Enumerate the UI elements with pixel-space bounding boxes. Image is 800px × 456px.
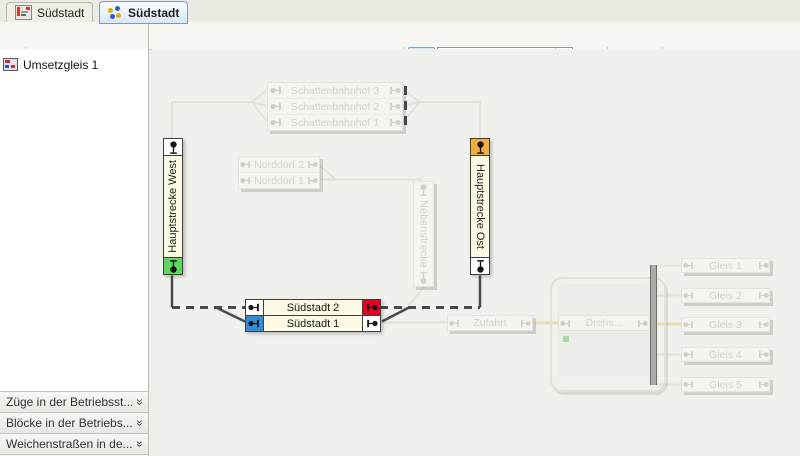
block-label: Hauptstrecke West bbox=[167, 160, 179, 253]
block-group-schattenbahnhof: Schattenbahnhof 3 Schattenbahnhof 2 Scha… bbox=[267, 82, 403, 131]
block-end-icon bbox=[756, 348, 769, 361]
tab-suedstadt-switchboard[interactable]: Südstadt bbox=[6, 2, 93, 22]
block-end-icon bbox=[386, 99, 402, 114]
block-end-icon bbox=[559, 316, 573, 330]
block-end-icon bbox=[756, 259, 769, 272]
sidebar-item-label: Umsetzgleis 1 bbox=[23, 58, 98, 72]
chevron-expand-icon: » bbox=[133, 394, 147, 410]
block-end-icon bbox=[682, 289, 695, 302]
block-label: Nebenstrecke bbox=[418, 200, 430, 268]
block-suedstadt-1[interactable]: Südstadt 1 bbox=[246, 315, 380, 331]
block-end-icon bbox=[682, 318, 695, 331]
block-hauptstrecke-west[interactable]: Hauptstrecke West bbox=[163, 138, 183, 275]
block-gleis-4[interactable]: Gleis 4 bbox=[681, 347, 770, 362]
turntable-indicator bbox=[563, 336, 569, 342]
block-end-icon bbox=[518, 316, 532, 330]
block-end-icon-reserved bbox=[246, 316, 264, 331]
block-gleis-1[interactable]: Gleis 1 bbox=[681, 258, 770, 273]
block-end-icon bbox=[756, 318, 769, 331]
block-schattenbahnhof-1[interactable]: Schattenbahnhof 1 bbox=[268, 114, 402, 130]
signal-icon bbox=[414, 270, 433, 286]
block-label: Südstadt 2 bbox=[264, 300, 362, 315]
block-end-icon-occupied bbox=[362, 300, 380, 315]
toolbar: Betriebs... ⇦ ⇨ ⇦ ⇨ ⇦ ⇨ ⇦ ⇨ bbox=[0, 22, 800, 50]
tab-label: Südstadt bbox=[128, 6, 179, 20]
block-zufahrt[interactable]: Zufahrt bbox=[447, 315, 533, 331]
block-end-icon bbox=[756, 378, 769, 391]
block-end-icon bbox=[305, 173, 319, 188]
block-end-icon bbox=[448, 316, 462, 330]
block-end-icon bbox=[682, 378, 695, 391]
block-end-icon bbox=[682, 259, 695, 272]
block-suedstadt-2[interactable]: Südstadt 2 bbox=[246, 300, 380, 315]
tunnel-marker bbox=[404, 116, 407, 125]
signal-icon bbox=[471, 257, 489, 274]
sidebar-item-umsetzgleis[interactable]: Umsetzgleis 1 bbox=[0, 56, 151, 73]
block-norddorf-1[interactable]: Norddorf 1 bbox=[239, 172, 319, 188]
tab-bar: Südstadt Südstadt bbox=[0, 0, 800, 23]
signal-icon bbox=[414, 182, 433, 198]
block-label: Hauptstrecke Ost bbox=[474, 164, 486, 249]
tunnel-marker bbox=[404, 101, 407, 110]
switchboard-icon bbox=[15, 5, 32, 20]
block-nebenstrecke[interactable]: Nebenstrecke bbox=[413, 181, 434, 287]
block-gleis-2[interactable]: Gleis 2 bbox=[681, 288, 770, 303]
block-end-icon bbox=[756, 289, 769, 302]
tab-suedstadt-dispatcher[interactable]: Südstadt bbox=[99, 1, 188, 24]
block-norddorf-2[interactable]: Norddorf 2 bbox=[239, 157, 319, 172]
block-end-icon bbox=[386, 83, 402, 98]
chevron-expand-icon: » bbox=[133, 436, 147, 452]
block-end-icon bbox=[362, 316, 380, 331]
turntable-fan-rail bbox=[650, 265, 657, 385]
tunnel-marker bbox=[404, 86, 407, 95]
traincontroller-window: Südstadt Südstadt bbox=[0, 0, 800, 456]
signal-icon bbox=[164, 257, 182, 274]
block-schattenbahnhof-2[interactable]: Schattenbahnhof 2 bbox=[268, 98, 402, 114]
chevron-expand-icon: » bbox=[133, 415, 147, 431]
block-gleis-5[interactable]: Gleis 5 bbox=[681, 377, 770, 392]
turntable-plate[interactable] bbox=[558, 284, 650, 378]
tab-label: Südstadt bbox=[37, 6, 84, 20]
block-end-icon bbox=[386, 115, 402, 130]
block-schattenbahnhof-3[interactable]: Schattenbahnhof 3 bbox=[268, 83, 402, 98]
block-gleis-3[interactable]: Gleis 3 bbox=[681, 317, 770, 332]
section-trains[interactable]: Züge in der Betriebsst... » bbox=[0, 391, 148, 412]
dispatcher-icon bbox=[108, 6, 123, 19]
block-group-norddorf: Norddorf 2 Norddorf 1 bbox=[238, 156, 320, 189]
block-end-icon bbox=[246, 300, 264, 315]
block-end-icon bbox=[305, 157, 319, 172]
block-end-icon bbox=[239, 157, 253, 172]
block-end-icon bbox=[268, 83, 284, 98]
block-end-icon bbox=[682, 348, 695, 361]
block-end-icon bbox=[239, 173, 253, 188]
block-group-suedstadt: Südstadt 2 Südstadt 1 bbox=[245, 299, 381, 332]
panel-splitter[interactable] bbox=[148, 22, 149, 456]
block-drehscheibe[interactable]: Drehs... bbox=[558, 315, 650, 331]
track-icon bbox=[3, 58, 18, 71]
section-blocks[interactable]: Blöcke in der Betriebs... » bbox=[0, 412, 148, 433]
block-end-icon bbox=[635, 316, 649, 330]
section-routes[interactable]: Weichenstraßen in de... » bbox=[0, 433, 148, 454]
block-end-icon bbox=[268, 115, 284, 130]
signal-icon bbox=[471, 139, 489, 156]
block-end-icon bbox=[268, 99, 284, 114]
signal-icon bbox=[164, 139, 182, 156]
block-label: Südstadt 1 bbox=[264, 316, 362, 331]
block-hauptstrecke-ost[interactable]: Hauptstrecke Ost bbox=[470, 138, 490, 275]
